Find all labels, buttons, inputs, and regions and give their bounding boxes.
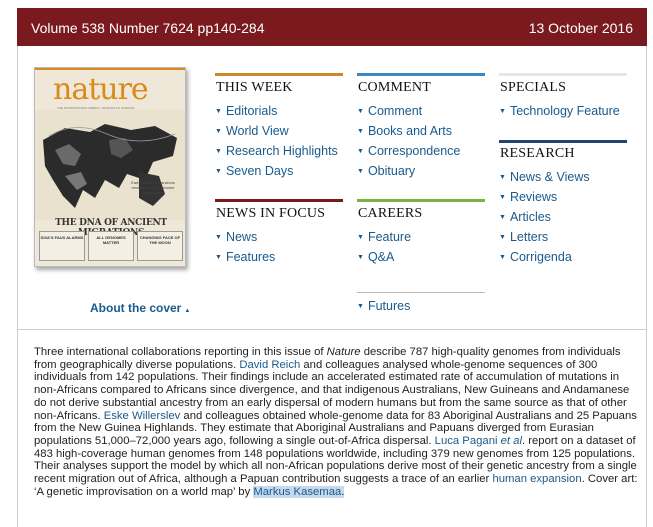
triangle-up-icon: ▲: [184, 308, 191, 314]
link-research-highlights[interactable]: ▼ Research Highlights: [215, 144, 338, 158]
arrow-down-icon: ▼: [357, 148, 364, 155]
link-label: Technology Feature: [509, 104, 620, 118]
link-articles[interactable]: ▼ Articles: [499, 210, 551, 224]
cover-accent: [35, 68, 185, 70]
cover-box: CHANGING FACE OF THE MOON: [137, 231, 183, 261]
this-week-rule: [215, 73, 343, 76]
link-books-and-arts[interactable]: ▼ Books and Arts: [357, 124, 452, 138]
link-comment[interactable]: ▼ Comment: [357, 104, 422, 118]
author-link-reich[interactable]: David Reich: [239, 359, 300, 371]
cover-teaser: Early human expansions revealed in 787 g…: [131, 180, 175, 195]
arrow-down-icon: ▼: [499, 174, 506, 181]
link-letters[interactable]: ▼ Letters: [499, 230, 548, 244]
link-label: Luca Pagani: [434, 434, 501, 447]
specials-heading: SPECIALS: [500, 80, 567, 95]
link-reviews[interactable]: ▼ Reviews: [499, 190, 557, 204]
link-corrigenda[interactable]: ▼ Corrigenda: [499, 250, 572, 264]
link-news-and-views[interactable]: ▼ News & Views: [499, 170, 590, 184]
link-label: Comment: [367, 104, 423, 118]
arrow-down-icon: ▼: [215, 168, 222, 175]
link-obituary[interactable]: ▼ Obituary: [357, 164, 415, 178]
issue-volume: Volume 538 Number 7624 pp140-284: [31, 20, 265, 36]
link-features[interactable]: ▼ Features: [215, 250, 275, 264]
link-editorials[interactable]: ▼ Editorials: [215, 104, 277, 118]
cover-box: ALL GENOMES MATTER: [88, 231, 134, 261]
link-label: News: [225, 230, 258, 244]
link-label: Books and Arts: [367, 124, 453, 138]
arrow-down-icon: ▼: [215, 148, 222, 155]
link-label: Research Highlights: [225, 144, 338, 158]
link-q-and-a[interactable]: ▼ Q&A: [357, 250, 394, 264]
futures-divider: [357, 292, 485, 293]
arrow-down-icon: ▼: [499, 214, 506, 221]
link-futures[interactable]: ▼ Futures: [357, 299, 410, 313]
link-news[interactable]: ▼ News: [215, 230, 257, 244]
link-label: Articles: [509, 210, 551, 224]
arrow-down-icon: ▼: [357, 234, 364, 241]
arrow-down-icon: ▼: [357, 168, 364, 175]
issue-summary: Three international collaborations repor…: [34, 346, 638, 498]
careers-heading: CAREERS: [358, 206, 423, 221]
comment-heading: COMMENT: [358, 80, 431, 95]
link-label: Features: [225, 250, 276, 264]
cover-box: DIVA'S FAUX ALARMS: [39, 231, 85, 261]
arrow-down-icon: ▼: [357, 254, 364, 261]
cover-image[interactable]: nature THE INTERNATIONAL WEEKLY JOURNAL …: [34, 67, 186, 267]
link-careers-feature[interactable]: ▼ Feature: [357, 230, 411, 244]
issue-date: 13 October 2016: [528, 20, 633, 36]
arrow-down-icon: ▼: [357, 128, 364, 135]
about-the-cover-link[interactable]: About the cover ▲: [90, 301, 190, 315]
summary-text: .: [341, 485, 345, 498]
link-label-italic: et al: [500, 434, 522, 447]
news-in-focus-rule: [215, 199, 343, 202]
arrow-down-icon: ▼: [357, 303, 364, 310]
about-cover-label: About the cover: [90, 301, 182, 315]
specials-rule: [499, 73, 627, 76]
author-link-willerslev[interactable]: Eske Willerslev: [104, 410, 181, 422]
link-seven-days[interactable]: ▼ Seven Days: [215, 164, 293, 178]
cover-map-illustration: [35, 110, 185, 220]
link-world-view[interactable]: ▼ World View: [215, 124, 289, 138]
link-technology-feature[interactable]: ▼ Technology Feature: [499, 104, 620, 118]
link-label: Obituary: [367, 164, 416, 178]
arrow-down-icon: ▼: [499, 194, 506, 201]
link-label: Editorials: [225, 104, 278, 118]
link-correspondence[interactable]: ▼ Correspondence: [357, 144, 460, 158]
link-label: Corrigenda: [509, 250, 572, 264]
link-label: Feature: [367, 230, 412, 244]
arrow-down-icon: ▼: [499, 254, 506, 261]
arrow-down-icon: ▼: [499, 234, 506, 241]
artist-link-kasemaa[interactable]: Markus Kasemaa: [253, 485, 342, 498]
arrow-down-icon: ▼: [215, 108, 222, 115]
link-label: News & Views: [509, 170, 590, 184]
news-in-focus-heading: NEWS IN FOCUS: [216, 206, 326, 221]
link-human-expansion[interactable]: human expansion: [492, 473, 581, 485]
cover-logo: nature: [53, 72, 149, 107]
arrow-down-icon: ▼: [215, 254, 222, 261]
cover-feature-boxes: DIVA'S FAUX ALARMS ALL GENOMES MATTER CH…: [39, 231, 183, 261]
comment-rule: [357, 73, 485, 76]
link-label: Letters: [509, 230, 549, 244]
arrow-down-icon: ▼: [215, 128, 222, 135]
research-rule: [499, 140, 627, 143]
link-label: Seven Days: [225, 164, 294, 178]
summary-text: Three international collaborations repor…: [34, 346, 327, 358]
author-link-pagani[interactable]: Luca Pagani et al: [435, 435, 522, 447]
link-label: World View: [225, 124, 289, 138]
arrow-down-icon: ▼: [499, 108, 506, 115]
this-week-heading: THIS WEEK: [216, 80, 293, 95]
link-label: Reviews: [509, 190, 558, 204]
arrow-down-icon: ▼: [357, 108, 364, 115]
issue-header-bar: Volume 538 Number 7624 pp140-284 13 Octo…: [17, 8, 647, 46]
link-label: Futures: [367, 299, 411, 313]
link-label: Q&A: [367, 250, 395, 264]
journal-name: Nature: [326, 346, 361, 358]
arrow-down-icon: ▼: [215, 234, 222, 241]
link-label: Correspondence: [367, 144, 461, 158]
section-divider: [18, 329, 646, 330]
careers-rule: [357, 199, 485, 202]
research-heading: RESEARCH: [500, 146, 575, 161]
